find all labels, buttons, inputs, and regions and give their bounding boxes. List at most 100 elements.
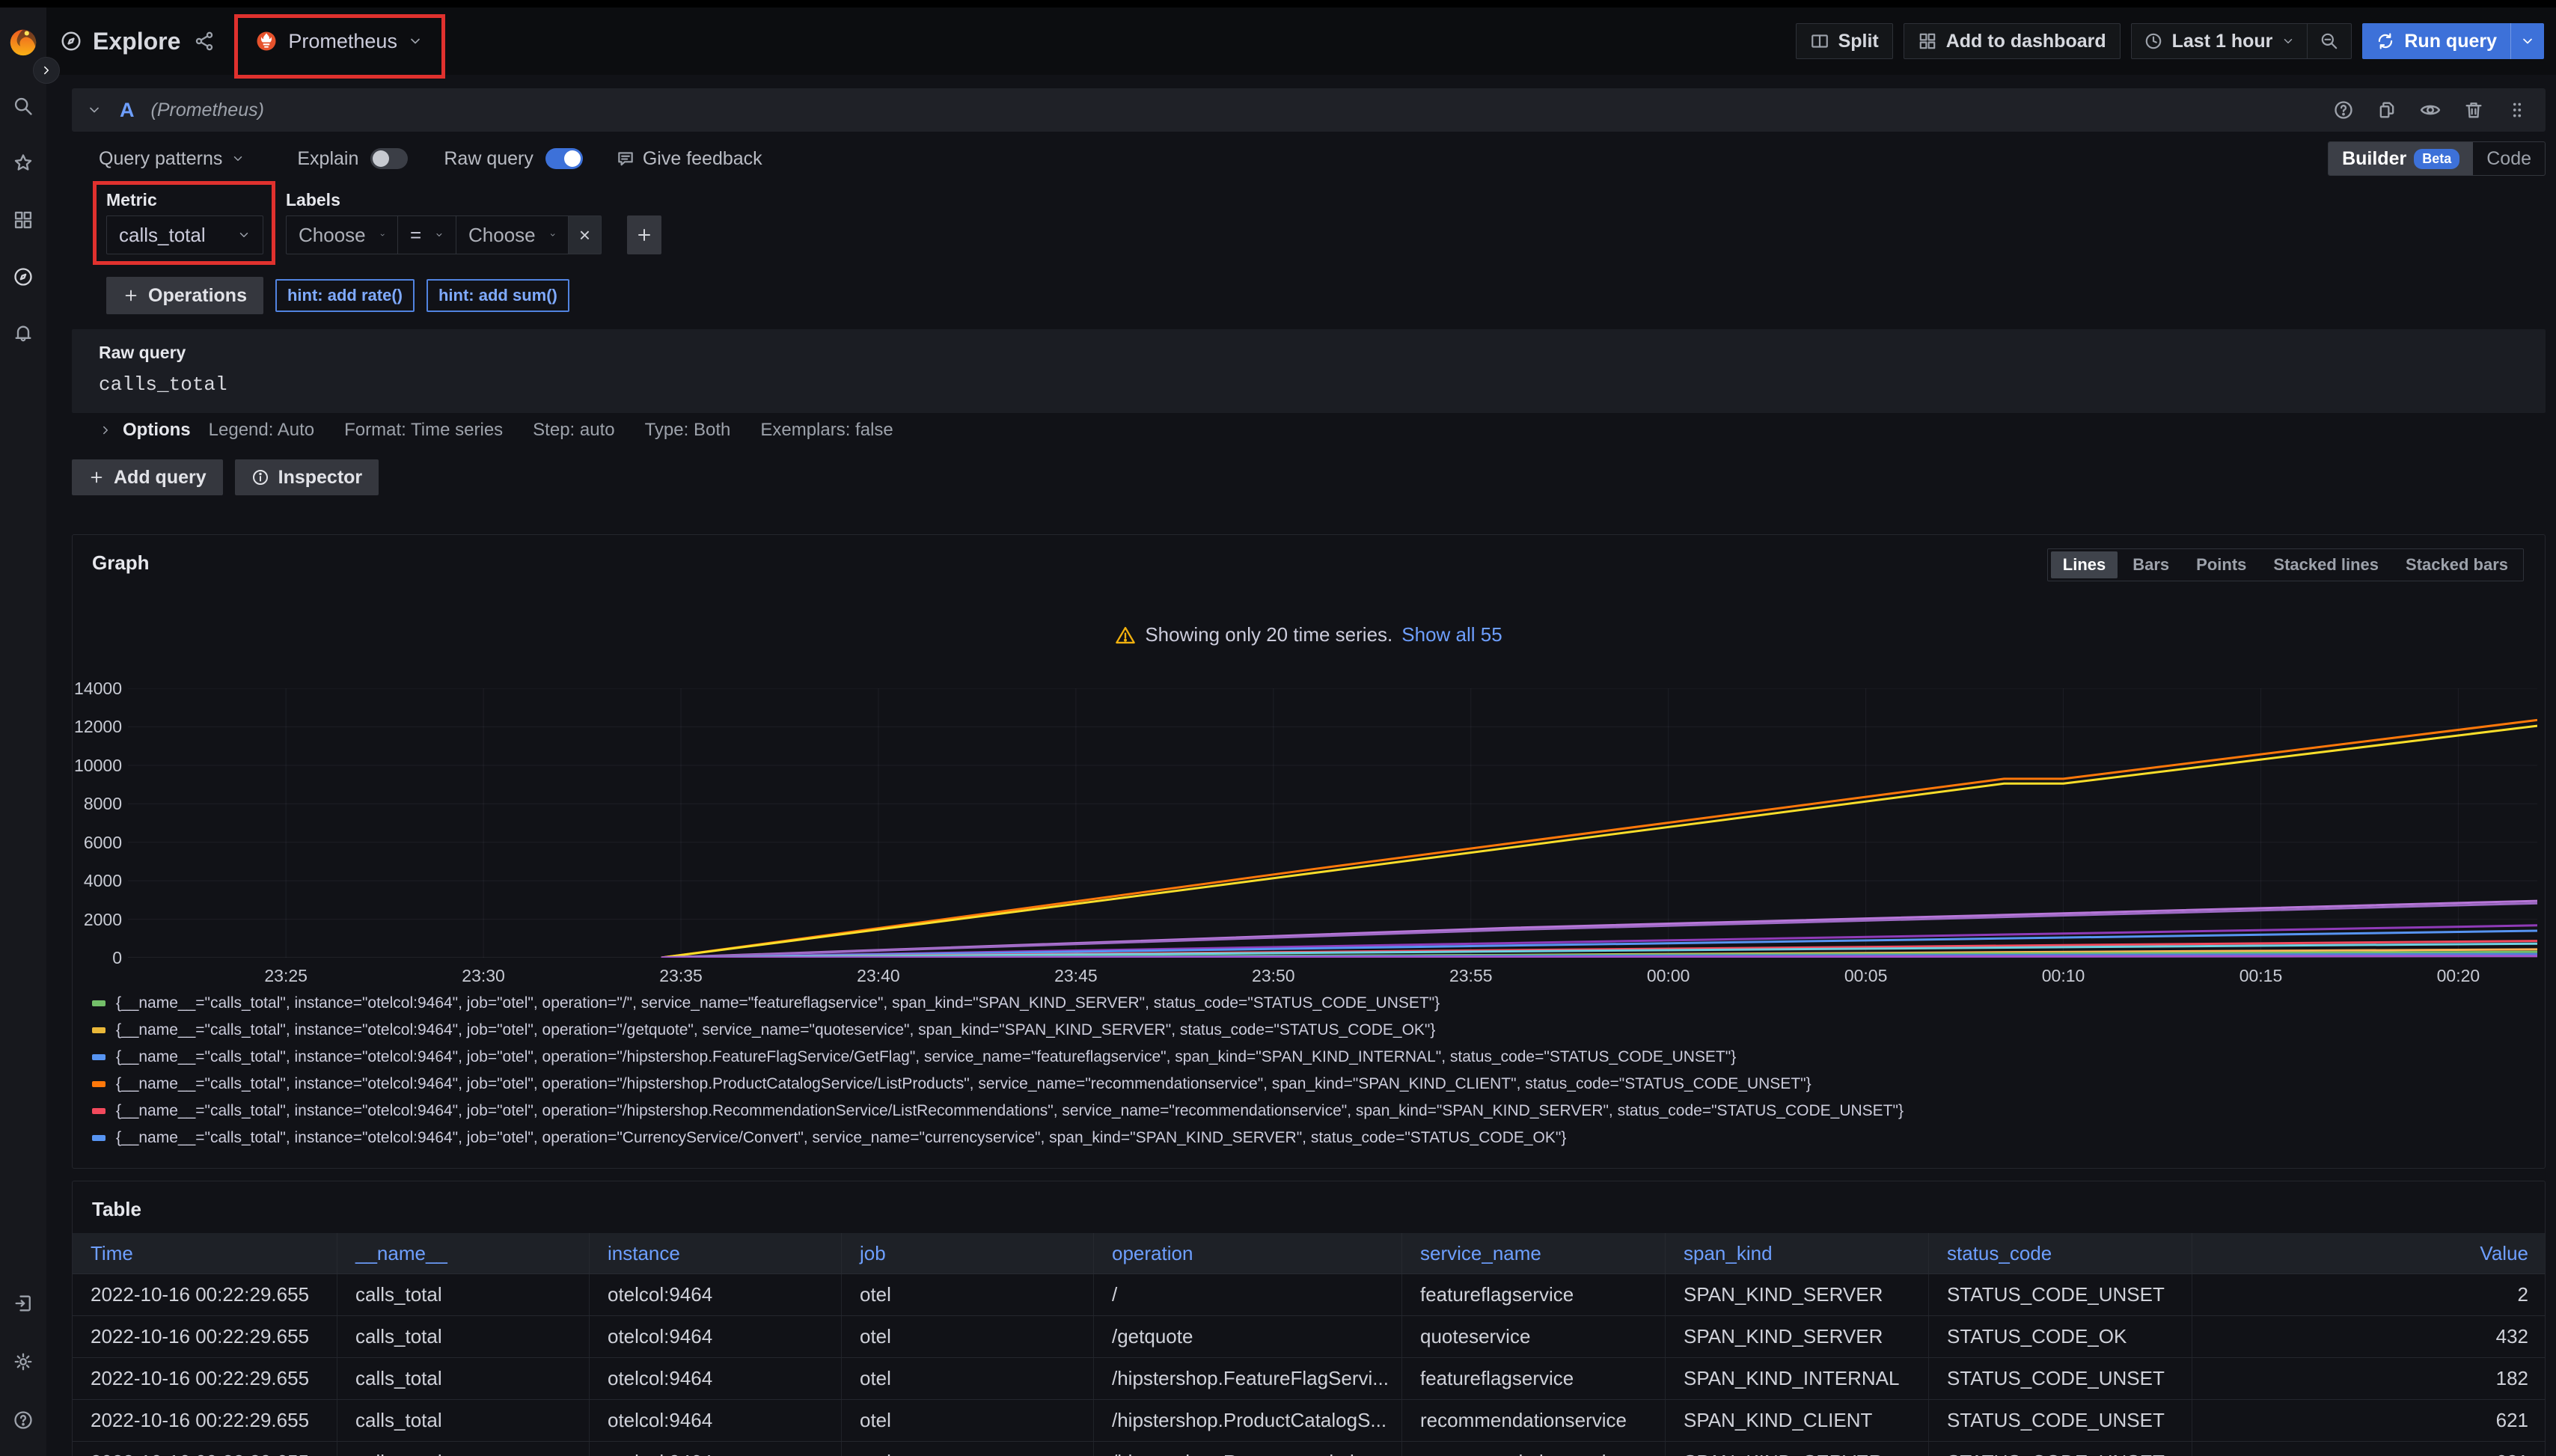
share-icon[interactable] [194,31,215,52]
grafana-logo-icon[interactable] [6,24,40,58]
label-key-select[interactable]: Choose [286,215,398,254]
comment-icon [616,149,635,168]
table-column-header[interactable]: Value [2192,1233,2546,1273]
graph-mode-lines[interactable]: Lines [2051,551,2118,578]
y-tick-label: 14000 [73,679,122,698]
sidebar-item-help[interactable] [13,1410,34,1431]
duplicate-query-icon[interactable] [2373,97,2400,123]
query-toolbar: Query patterns Explain Raw query Give fe… [72,142,2546,175]
sidebar-item-starred[interactable] [13,153,34,174]
warning-text: Showing only 20 time series. [1145,623,1392,646]
time-range-picker[interactable]: Last 1 hour [2132,24,2308,58]
legend-label: {__name__="calls_total", instance="otelc… [116,1048,1736,1066]
table-cell: calls_total [337,1316,590,1357]
query-options-row[interactable]: Options Legend: Auto Format: Time series… [72,413,2546,447]
metric-label: Metric [106,189,263,211]
legend-item[interactable]: {__name__="calls_total", instance="otelc… [92,1125,2533,1151]
run-query-button[interactable]: Run query [2362,23,2544,59]
table-column-header[interactable]: job [842,1233,1094,1273]
chevron-down-icon [549,228,556,242]
sidebar-item-settings[interactable] [13,1351,34,1372]
table-cell: / [1094,1274,1402,1315]
hint-add-rate-button[interactable]: hint: add rate() [275,279,415,312]
label-key-placeholder: Choose [299,224,366,247]
table-column-header[interactable]: Time [73,1233,337,1273]
plus-icon [123,287,139,304]
table-cell: 432 [2192,1316,2546,1357]
table-cell: STATUS_CODE_UNSET [1929,1358,2192,1399]
remove-label-filter-icon[interactable]: × [569,215,602,254]
sidebar-item-search[interactable] [13,96,34,117]
graph-mode-points[interactable]: Points [2184,551,2258,578]
legend-item[interactable]: {__name__="calls_total", instance="otelc… [92,1044,2533,1071]
graph-mode-stacked-bars[interactable]: Stacked bars [2394,551,2520,578]
legend-item[interactable]: {__name__="calls_total", instance="otelc… [92,990,2533,1017]
drag-handle-icon[interactable] [2504,97,2531,123]
y-axis: 02000400060008000100001200014000 [73,688,122,958]
hint-add-sum-button[interactable]: hint: add sum() [426,279,569,312]
datasource-picker[interactable]: Prometheus [245,23,433,59]
split-button[interactable]: Split [1796,23,1893,59]
table-column-header[interactable]: status_code [1929,1233,2192,1273]
table-column-header[interactable]: span_kind [1666,1233,1929,1273]
table-column-header[interactable]: __name__ [337,1233,590,1273]
builder-mode-button[interactable]: Builder Beta [2329,142,2473,175]
legend-item[interactable]: {__name__="calls_total", instance="otelc… [92,1071,2533,1098]
x-axis: 23:2523:3023:3523:4023:4523:5023:5500:00… [128,961,2537,987]
explain-toggle[interactable] [370,148,408,169]
code-mode-button[interactable]: Code [2473,142,2545,175]
sidebar-item-dashboards[interactable] [13,209,34,230]
raw-query-toggle[interactable] [545,148,583,169]
give-feedback-link[interactable]: Give feedback [616,148,762,170]
chevron-down-icon [2281,34,2295,48]
label-operator-select[interactable]: = [398,215,456,254]
zoom-out-button[interactable] [2307,24,2351,58]
table-cell: otelcol:9464 [590,1358,842,1399]
query-ref-id: A [120,99,135,122]
query-patterns-dropdown[interactable]: Query patterns [99,148,245,170]
table-cell: featureflagservice [1402,1274,1666,1315]
time-series-plot[interactable] [128,688,2537,958]
table-cell: calls_total [337,1442,590,1456]
zoom-out-icon [2320,31,2339,51]
collapse-chevron-icon[interactable] [87,103,102,117]
legend-item[interactable]: {__name__="calls_total", instance="otelc… [92,1098,2533,1125]
inspector-button[interactable]: Inspector [235,459,379,495]
table-column-header[interactable]: operation [1094,1233,1402,1273]
legend-item[interactable]: {__name__="calls_total", instance="otelc… [92,1017,2533,1044]
sidebar-item-alerting[interactable] [13,323,34,344]
delete-query-icon[interactable] [2460,97,2487,123]
table-row: 2022-10-16 00:22:29.655calls_totalotelco… [73,1316,2545,1358]
graph-panel: Graph LinesBarsPointsStacked linesStacke… [72,534,2546,1169]
explore-content: A (Prometheus) Query patterns Explain [46,75,2556,1456]
metric-value: calls_total [119,224,206,247]
run-query-dropdown-caret[interactable] [2510,23,2544,59]
editor-mode-toggle: Builder Beta Code [2328,141,2546,176]
table-column-header[interactable]: service_name [1402,1233,1666,1273]
show-all-series-link[interactable]: Show all 55 [1401,623,1502,646]
y-tick-label: 2000 [73,910,122,929]
query-help-icon[interactable] [2330,97,2357,123]
y-tick-label: 8000 [73,794,122,813]
add-query-button[interactable]: Add query [72,459,223,495]
add-operation-button[interactable]: Operations [106,277,263,314]
table-cell: calls_total [337,1358,590,1399]
graph-mode-stacked-lines[interactable]: Stacked lines [2261,551,2391,578]
table-cell: 2022-10-16 00:22:29.655 [73,1442,337,1456]
sidebar-expand-button[interactable] [33,57,60,84]
metric-select[interactable]: calls_total [106,215,263,254]
hide-query-icon[interactable] [2417,97,2444,123]
table-cell: recommendationservice [1402,1442,1666,1456]
table-column-header[interactable]: instance [590,1233,842,1273]
table-cell: otel [842,1442,1094,1456]
label-value-select[interactable]: Choose [456,215,569,254]
add-to-dashboard-button[interactable]: Add to dashboard [1904,23,2121,59]
sidebar-item-explore[interactable] [13,266,34,287]
graph-mode-bars[interactable]: Bars [2121,551,2181,578]
add-label-filter-button[interactable] [627,215,661,254]
chart-legend: {__name__="calls_total", instance="otelc… [92,990,2533,1160]
results-table: Time__name__instancejoboperationservice_… [73,1233,2545,1456]
operations-row: Operations hint: add rate() hint: add su… [106,277,2546,314]
table-cell: SPAN_KIND_INTERNAL [1666,1358,1929,1399]
sidebar-item-sign-in[interactable] [13,1293,34,1314]
